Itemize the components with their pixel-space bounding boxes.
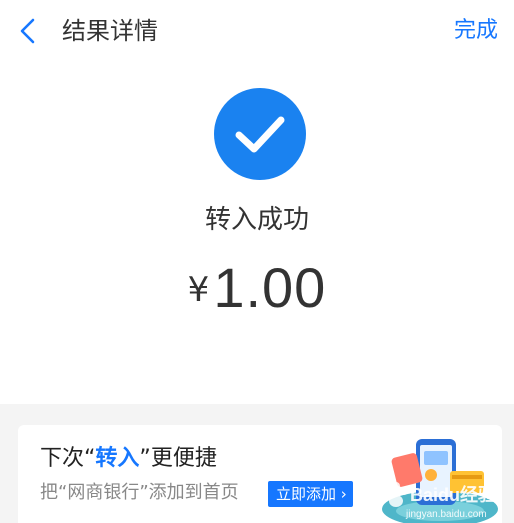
status-text: 转入成功 bbox=[204, 205, 309, 235]
result-panel: 结果详情 完成 转入成功 ¥1.00 bbox=[0, 0, 514, 404]
add-now-button[interactable]: 立即添加 › bbox=[268, 481, 353, 507]
promo-subtitle: 把“网商银行”添加到首页 bbox=[40, 482, 239, 503]
amount-value: 1.00 bbox=[213, 256, 327, 319]
chevron-left-icon bbox=[20, 18, 35, 44]
promo-title-pre: 下次“ bbox=[40, 446, 96, 471]
success-check-icon bbox=[214, 88, 306, 180]
baidu-watermark: Baidu经验 jingyan.baidu.com bbox=[378, 479, 497, 521]
baidu-logo-icon: Baidu经验 jingyan.baidu.com bbox=[384, 482, 497, 520]
page-title: 结果详情 bbox=[62, 17, 158, 45]
amount-display: ¥1.00 bbox=[0, 248, 514, 342]
done-button[interactable]: 完成 bbox=[454, 14, 498, 48]
nav-bar: 结果详情 完成 bbox=[0, 0, 514, 64]
watermark-url: jingyan.baidu.com bbox=[405, 509, 487, 520]
watermark-text: Baidu经验 bbox=[410, 484, 496, 505]
promo-title-post: ”更便捷 bbox=[139, 446, 217, 471]
promo-card[interactable]: 下次“转入”更便捷 把“网商银行”添加到首页 立即添加 › Baidu经验 ji… bbox=[18, 425, 502, 523]
promo-title: 下次“转入”更便捷 bbox=[40, 443, 217, 475]
back-button[interactable] bbox=[12, 14, 46, 48]
promo-title-highlight: 转入 bbox=[95, 446, 140, 471]
currency-symbol: ¥ bbox=[187, 270, 210, 310]
